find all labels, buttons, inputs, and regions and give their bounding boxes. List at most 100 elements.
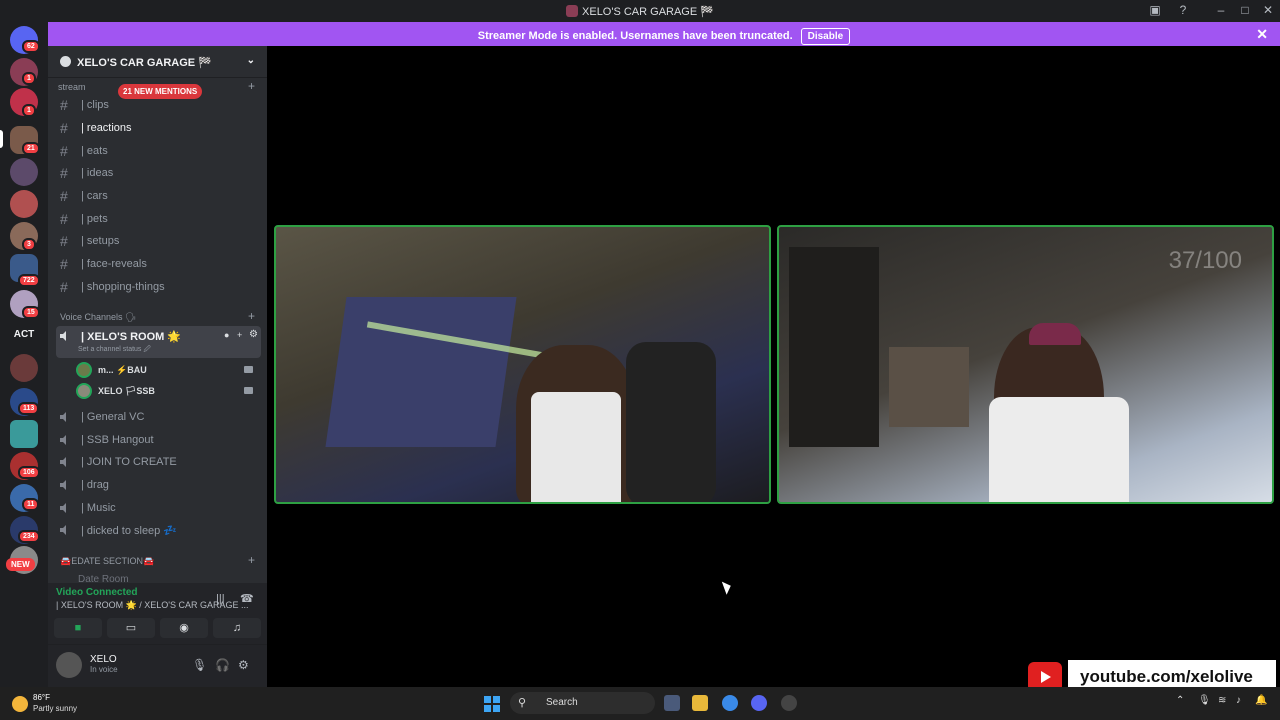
wifi-icon[interactable]: ≋ <box>1218 695 1226 706</box>
disable-streamer-button[interactable]: Disable <box>800 28 851 45</box>
server-icon[interactable] <box>10 158 38 186</box>
title-bar: XELO'S CAR GARAGE 🏁 ▣ ? – □ ✕ <box>0 0 1280 22</box>
guild-badge: 1 <box>22 104 36 117</box>
microphone-tray-icon[interactable]: 🎙 <box>1198 695 1211 706</box>
activities-button[interactable]: ◉ <box>160 618 208 638</box>
hash-icon: # <box>60 211 68 227</box>
camera-button[interactable]: ■ <box>54 618 102 638</box>
hash-icon: # <box>60 188 68 204</box>
minimize-button[interactable]: – <box>1213 3 1229 17</box>
app-icon[interactable] <box>664 695 680 711</box>
category-stream[interactable]: stream <box>58 82 86 92</box>
server-header[interactable]: XELO'S CAR GARAGE 🏁 ⌄ <box>48 46 267 78</box>
notification-icon[interactable]: 🔔 <box>1255 695 1267 706</box>
taskbar: 86°F Partly sunny ⚲ Search ⌃ 🎙 ≋ ♪ 🔔 <box>0 687 1280 720</box>
channel-date-room[interactable]: Date Room <box>78 574 129 582</box>
help-icon[interactable]: ? <box>1175 3 1191 17</box>
noise-suppression-icon[interactable]: ||| <box>216 593 225 605</box>
act-server[interactable]: ACT <box>10 329 38 340</box>
chevron-up-icon[interactable]: ⌃ <box>1176 695 1184 706</box>
temperature: 86°F <box>33 693 50 702</box>
server-icon[interactable] <box>10 420 38 448</box>
volume-icon[interactable]: ♪ <box>1236 695 1241 706</box>
channel-shopping-things[interactable]: # | shopping-things <box>56 277 261 298</box>
server-logo-icon <box>60 56 71 67</box>
channel-ideas[interactable]: # | ideas <box>56 163 261 184</box>
chat-icon[interactable]: ● <box>224 330 229 340</box>
video-tile-1[interactable] <box>274 225 771 504</box>
category-voice[interactable]: Voice Channels 🗣 <box>60 312 136 323</box>
shelf-shape <box>789 247 879 447</box>
voice-channel-drag[interactable]: | drag <box>56 475 261 496</box>
voice-channel-join-to-create[interactable]: | JOIN TO CREATE <box>56 452 261 473</box>
chrome-icon[interactable] <box>722 695 738 711</box>
search-box[interactable]: ⚲ Search <box>510 692 655 714</box>
file-explorer-icon[interactable] <box>692 695 708 711</box>
gear-icon[interactable]: ⚙ <box>238 658 249 672</box>
hash-icon: # <box>60 165 68 181</box>
microphone-icon[interactable]: 🎙 <box>192 658 207 672</box>
channel-label: | eats <box>81 145 108 157</box>
chair-shape <box>626 342 716 502</box>
app-icon[interactable] <box>781 695 797 711</box>
channel-label: | Music <box>81 502 116 514</box>
username[interactable]: XELO <box>90 654 117 665</box>
chevron-down-icon[interactable]: ⌄ <box>247 55 255 66</box>
screen-share-button[interactable]: ▭ <box>107 618 155 638</box>
user-status: In voice <box>90 665 118 674</box>
voice-status[interactable]: Video Connected <box>56 587 138 598</box>
voice-channel-ssb-hangout[interactable]: | SSB Hangout <box>56 430 261 451</box>
guild-badge: 15 <box>22 306 40 319</box>
member-name: m... ⚡BAU <box>98 365 147 375</box>
channel-label: | General VC <box>81 411 145 423</box>
channel-cars[interactable]: # | cars <box>56 186 261 207</box>
add-channel-icon[interactable]: + <box>248 309 255 323</box>
add-channel-icon[interactable]: + <box>248 79 255 93</box>
hash-icon: # <box>60 143 68 159</box>
hash-icon: # <box>60 256 68 272</box>
voice-channel-xelos-room[interactable]: | XELO'S ROOM 🌟 Set a channel status 🖉 ●… <box>56 326 261 358</box>
channel-label: | clips <box>81 99 109 111</box>
channel-reactions[interactable]: # | reactions <box>56 118 261 139</box>
avatar[interactable] <box>56 652 82 678</box>
voice-channel-music[interactable]: | Music <box>56 498 261 519</box>
channel-status-input[interactable]: Set a channel status 🖉 <box>78 345 151 356</box>
selected-pill <box>0 130 3 148</box>
voice-channel-sleep[interactable]: | dicked to sleep 💤 <box>56 520 261 541</box>
gear-icon[interactable]: ⚙ <box>249 329 258 340</box>
close-banner-icon[interactable]: ✕ <box>1256 26 1268 43</box>
voice-channel-general[interactable]: | General VC <box>56 407 261 428</box>
channel-face-reveals[interactable]: # | face-reveals <box>56 254 261 275</box>
speaker-icon <box>60 457 66 467</box>
server-icon[interactable] <box>10 190 38 218</box>
video-tile-2[interactable]: 37/100 <box>777 225 1274 504</box>
guild-badge: 722 <box>18 274 40 287</box>
video-counter-overlay: 37/100 <box>1168 247 1242 274</box>
start-button[interactable] <box>484 696 500 712</box>
inbox-icon[interactable]: ▣ <box>1147 3 1163 17</box>
camera-icon <box>244 387 253 394</box>
server-icon[interactable] <box>10 354 38 382</box>
server-name: XELO'S CAR GARAGE 🏁 <box>77 57 212 69</box>
video-stage: 37/100 <box>267 46 1280 687</box>
hash-icon: # <box>60 233 68 249</box>
channel-clips[interactable]: # | clips <box>56 95 261 116</box>
maximize-button[interactable]: □ <box>1237 3 1253 17</box>
channel-label: | drag <box>81 479 109 491</box>
speaker-icon <box>60 525 66 535</box>
channel-eats[interactable]: # | eats <box>56 141 261 162</box>
hash-icon: # <box>60 279 68 295</box>
headphones-icon[interactable]: 🎧 <box>215 658 230 672</box>
discord-icon[interactable] <box>751 695 767 711</box>
invite-icon[interactable]: + <box>237 330 242 340</box>
add-channel-icon[interactable]: + <box>248 553 255 567</box>
close-window-button[interactable]: ✕ <box>1260 3 1276 17</box>
channel-label: | JOIN TO CREATE <box>81 456 177 468</box>
soundboard-button[interactable]: ♫ <box>213 618 261 638</box>
guild-badge: 113 <box>18 402 40 415</box>
category-edate[interactable]: 🚘EDATE SECTION🚘 <box>60 556 154 567</box>
speaker-icon <box>60 435 66 445</box>
channel-pets[interactable]: # | pets <box>56 209 261 230</box>
channel-setups[interactable]: # | setups <box>56 231 261 252</box>
disconnect-icon[interactable]: ☎ <box>240 592 254 605</box>
